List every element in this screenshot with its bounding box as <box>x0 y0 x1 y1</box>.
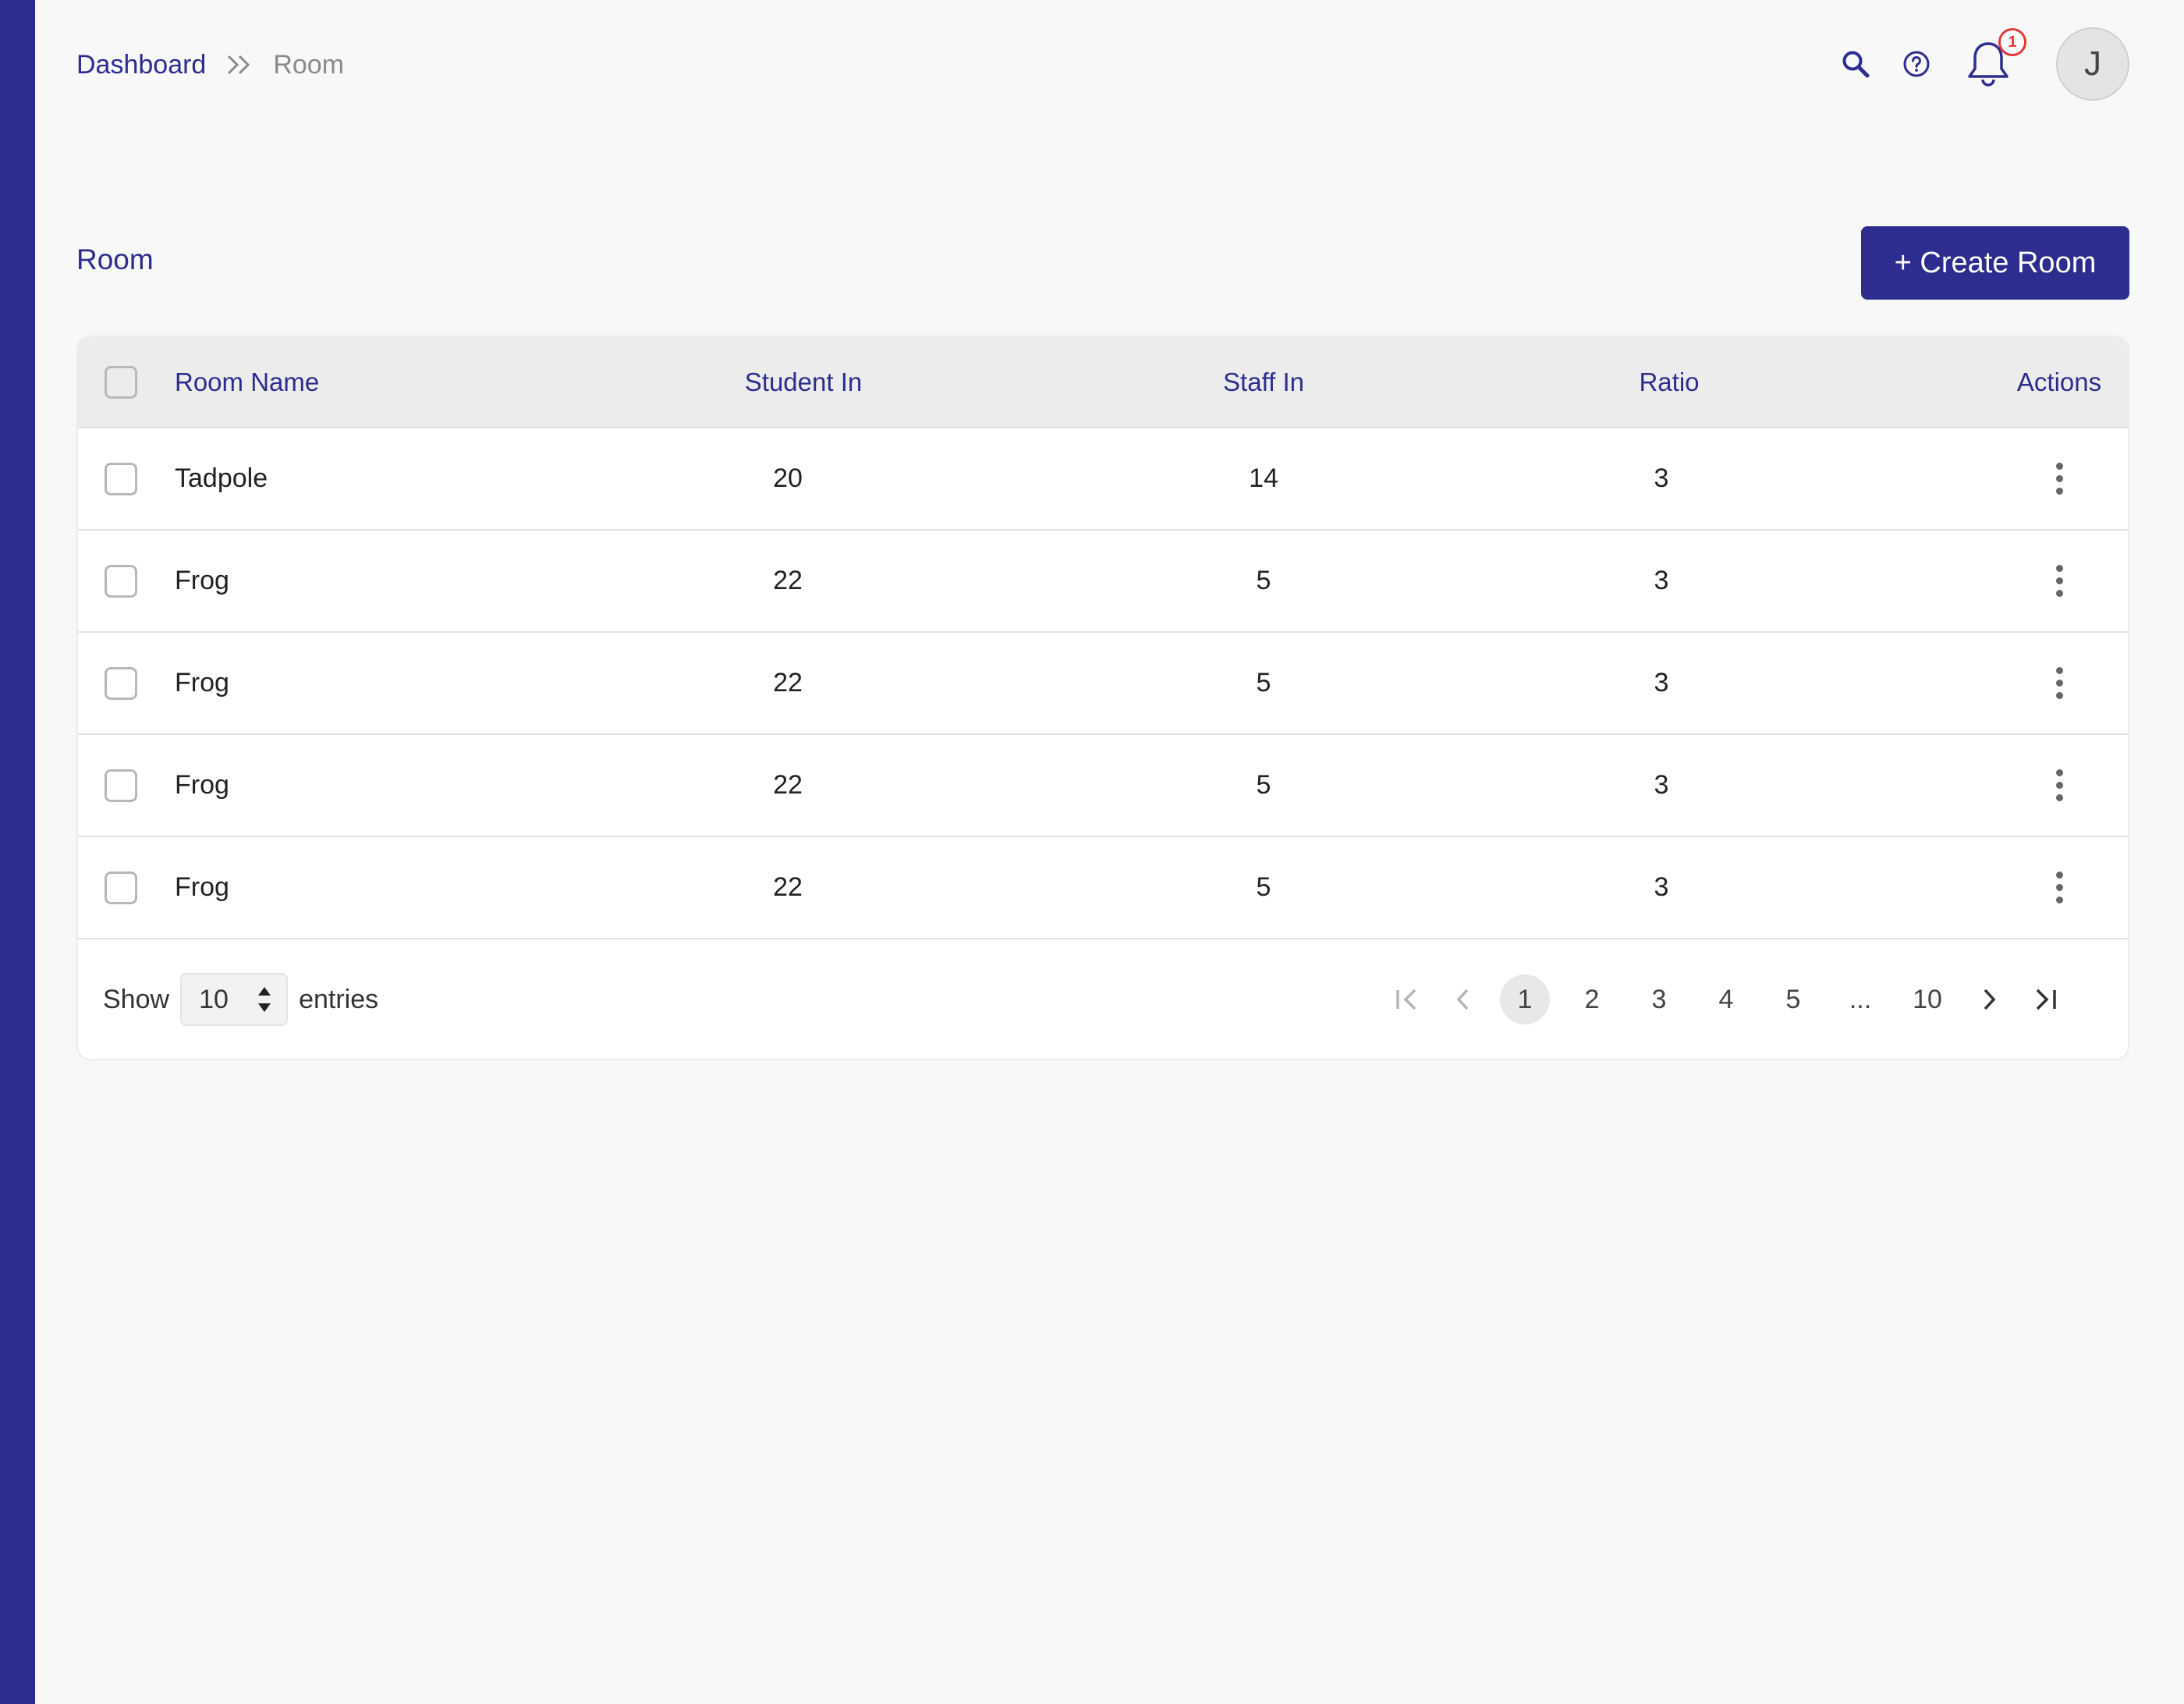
double-chevron-right-icon <box>226 54 253 76</box>
table-row[interactable]: Frog 22 5 3 <box>78 837 2128 939</box>
page-5-button[interactable]: 5 <box>1768 974 1818 1024</box>
more-vertical-icon[interactable] <box>2045 662 2074 704</box>
row-actions-cell <box>1989 633 2128 733</box>
table-footer: Show 10 entries 1 2 3 4 5 ... 10 <box>78 939 2128 1059</box>
more-vertical-icon[interactable] <box>2045 560 2074 602</box>
entries-per-page-select[interactable]: 10 <box>180 973 289 1026</box>
row-checkbox-cell <box>103 531 139 631</box>
room-name-cell: Frog <box>175 566 229 595</box>
notification-bell-icon[interactable]: 1 <box>1964 28 2026 89</box>
row-actions-cell <box>1989 428 2128 529</box>
help-icon[interactable] <box>1902 49 1931 79</box>
header-actions: 1 J <box>1841 27 2129 101</box>
breadcrumb-current: Room <box>273 49 345 80</box>
show-label: Show <box>103 984 170 1014</box>
more-vertical-icon[interactable] <box>2045 458 2074 499</box>
page-title: Room <box>76 243 154 275</box>
table-row[interactable]: Frog 22 5 3 <box>78 633 2128 735</box>
previous-page-icon[interactable] <box>1435 974 1491 1024</box>
pagination-ellipsis: ... <box>1849 984 1872 1014</box>
row-checkbox[interactable] <box>105 564 137 598</box>
column-header-student-in[interactable]: Student In <box>702 337 905 427</box>
staff-in-cell: 5 <box>1256 770 1271 800</box>
entries-label: entries <box>299 984 379 1014</box>
table-header: Room Name Student In Staff In Ratio Acti… <box>78 337 2128 428</box>
show-entries-control: Show 10 entries <box>103 939 379 1059</box>
entries-value: 10 <box>199 984 229 1014</box>
column-header-room-name[interactable]: Room Name <box>175 337 319 427</box>
breadcrumb: Dashboard Room <box>76 45 344 84</box>
row-checkbox[interactable] <box>105 871 137 904</box>
ratio-cell: 3 <box>1654 770 1669 800</box>
create-room-button[interactable]: + Create Room <box>1861 226 2129 300</box>
row-actions-cell <box>1989 531 2128 631</box>
table-row[interactable]: Frog 22 5 3 <box>78 735 2128 837</box>
main-content: Dashboard Room 1 J Room + Create Room Ro… <box>35 0 2184 1704</box>
column-header-actions: Actions <box>2016 367 2102 396</box>
student-in-cell: 20 <box>773 463 803 493</box>
page-4-button[interactable]: 4 <box>1701 974 1751 1024</box>
ratio-cell: 3 <box>1654 872 1669 902</box>
room-name-cell: Tadpole <box>175 463 268 493</box>
more-vertical-icon[interactable] <box>2045 765 2074 806</box>
student-in-cell: 22 <box>773 566 803 595</box>
pagination: 1 2 3 4 5 ... 10 <box>1379 939 2073 1059</box>
page-2-button[interactable]: 2 <box>1567 974 1617 1024</box>
row-actions-cell <box>1989 837 2128 938</box>
room-name-cell: Frog <box>175 770 229 800</box>
ratio-cell: 3 <box>1654 463 1669 493</box>
student-in-cell: 22 <box>773 770 803 800</box>
table-row[interactable]: Tadpole 20 14 3 <box>78 428 2128 531</box>
staff-in-cell: 14 <box>1249 463 1278 493</box>
room-name-cell: Frog <box>175 668 229 698</box>
page-10-button[interactable]: 10 <box>1902 974 1952 1024</box>
ratio-cell: 3 <box>1654 566 1669 595</box>
more-vertical-icon[interactable] <box>2045 867 2074 908</box>
page-3-button[interactable]: 3 <box>1634 974 1684 1024</box>
student-in-cell: 22 <box>773 872 803 902</box>
column-header-staff-in[interactable]: Staff In <box>1170 337 1357 427</box>
room-table: Room Name Student In Staff In Ratio Acti… <box>76 335 2129 1060</box>
row-checkbox[interactable] <box>105 666 137 700</box>
notification-badge: 1 <box>1998 28 2026 56</box>
first-page-icon[interactable] <box>1379 974 1435 1024</box>
select-all-checkbox[interactable] <box>105 365 137 399</box>
sort-updown-icon <box>258 987 271 1012</box>
staff-in-cell: 5 <box>1256 668 1271 698</box>
ratio-cell: 3 <box>1654 668 1669 698</box>
row-checkbox-cell <box>103 837 139 938</box>
row-actions-cell <box>1989 735 2128 836</box>
breadcrumb-dashboard-link[interactable]: Dashboard <box>76 50 206 80</box>
staff-in-cell: 5 <box>1256 872 1271 902</box>
row-checkbox[interactable] <box>105 462 137 495</box>
row-checkbox[interactable] <box>105 769 137 802</box>
next-page-icon[interactable] <box>1961 974 2017 1024</box>
avatar[interactable]: J <box>2056 27 2129 101</box>
row-checkbox-cell <box>103 735 139 836</box>
table-row[interactable]: Frog 22 5 3 <box>78 531 2128 633</box>
column-header-ratio[interactable]: Ratio <box>1576 337 1763 427</box>
sidebar-strip <box>0 0 35 1704</box>
row-checkbox-cell <box>103 428 139 529</box>
room-name-cell: Frog <box>175 872 229 902</box>
last-page-icon[interactable] <box>2017 974 2073 1024</box>
student-in-cell: 22 <box>773 668 803 698</box>
staff-in-cell: 5 <box>1256 566 1271 595</box>
page-1-button[interactable]: 1 <box>1500 974 1550 1024</box>
search-icon[interactable] <box>1841 49 1870 79</box>
row-checkbox-cell <box>103 633 139 733</box>
header-checkbox-cell <box>103 337 139 427</box>
